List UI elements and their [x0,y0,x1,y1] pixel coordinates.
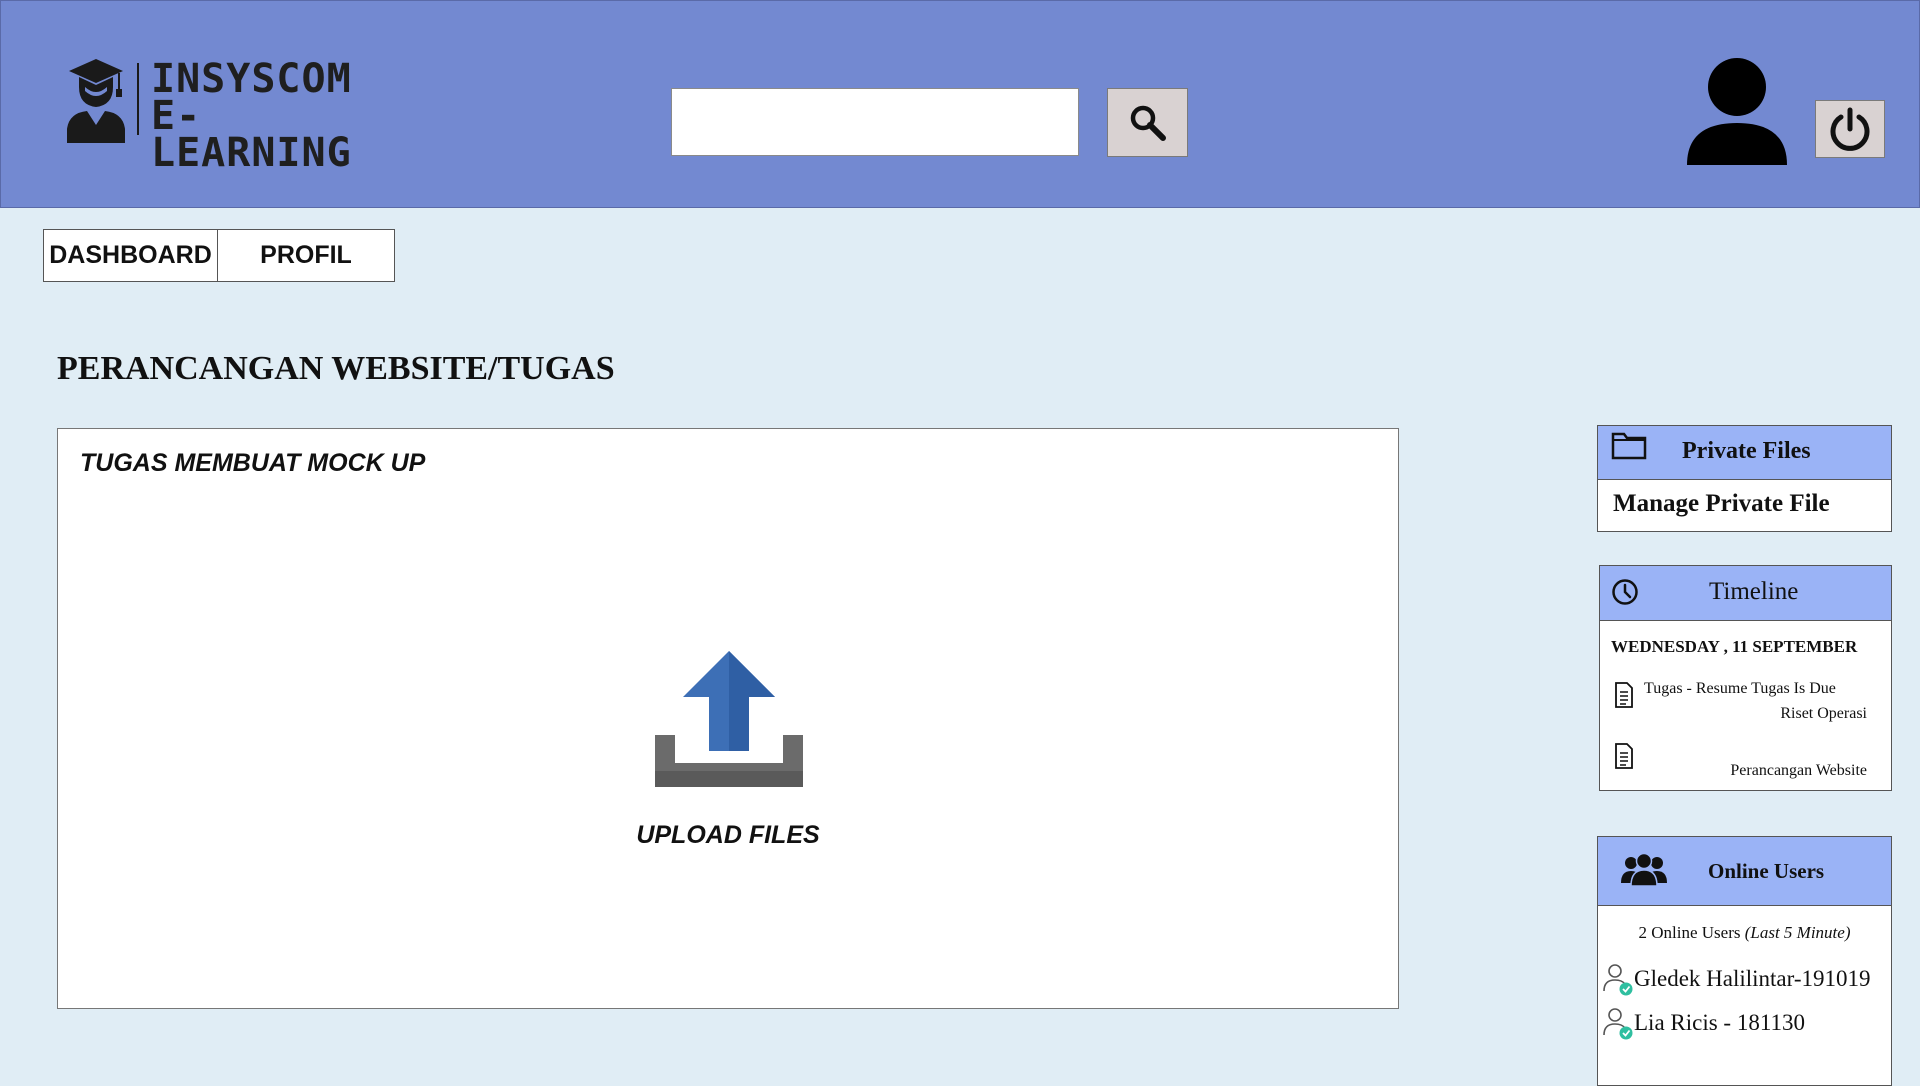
timeline-title: Timeline [1709,578,1799,605]
search-icon [1130,105,1166,141]
page-title: PERANCANGAN WEBSITE/TUGAS [57,350,615,387]
document-icon [1615,743,1633,769]
logo-line-2: E-LEARNING [151,93,352,176]
timeline-event-2-line2[interactable]: Perancangan Website [1730,762,1867,780]
timeline-date: WEDNESDAY , 11 SEPTEMBER [1611,637,1858,656]
document-icon [1615,682,1633,708]
private-files-title: Private Files [1682,438,1811,464]
main-nav: DASHBOARD PROFIL [43,229,395,282]
timeline-panel: Timeline WEDNESDAY , 11 SEPTEMBER Tugas … [1599,565,1892,791]
timeline-event-1-line2[interactable]: Riset Operasi [1780,705,1867,723]
user-avatar-icon[interactable] [1685,57,1789,165]
private-files-panel: Private Files Manage Private File [1597,425,1892,532]
online-users-count-note: (Last 5 Minute) [1744,923,1851,942]
online-user-name: Lia Ricis - 181130 [1634,1010,1805,1035]
online-user-row[interactable]: Gledek Halilintar-191019 [1602,959,1871,999]
online-user-icon [1603,964,1633,996]
search-button[interactable] [1107,88,1188,157]
graduate-logo-icon [67,59,125,143]
clock-icon [1612,579,1638,605]
online-users-count-text: 2 Online Users [1638,923,1741,942]
online-user-name: Gledek Halilintar-191019 [1634,966,1871,991]
search-input[interactable] [671,88,1079,156]
assignment-title: TUGAS MEMBUAT MOCK UP [80,449,426,477]
tab-dashboard[interactable]: DASHBOARD [43,229,218,282]
online-user-row[interactable]: Lia Ricis - 181130 [1602,1003,1805,1043]
tab-profil[interactable]: PROFIL [218,229,395,282]
private-files-header: Private Files [1598,426,1891,480]
logo-divider [137,63,139,135]
timeline-header: Timeline [1600,566,1891,621]
online-users-panel: Online Users 2 Online Users (Last 5 Minu… [1597,836,1892,1086]
online-users-count: 2 Online Users (Last 5 Minute) [1598,923,1891,943]
users-group-icon [1621,853,1667,887]
online-users-header: Online Users [1598,837,1891,906]
online-user-icon [1603,1008,1633,1040]
power-icon [1830,107,1870,151]
folder-icon [1611,432,1647,460]
online-users-title: Online Users [1708,859,1825,883]
upload-files-label[interactable]: UPLOAD FILES [58,821,1398,850]
manage-private-file-link[interactable]: Manage Private File [1613,490,1830,518]
timeline-event-1-line1[interactable]: Tugas - Resume Tugas Is Due [1644,680,1836,698]
app-logo[interactable]: INSYSCOM E-LEARNING [65,57,365,173]
assignment-card: TUGAS MEMBUAT MOCK UP UPLOAD FILES [57,428,1399,1009]
logout-button[interactable] [1815,100,1885,158]
top-header: INSYSCOM E-LEARNING [0,0,1920,208]
logo-text: INSYSCOM E-LEARNING [151,59,365,176]
upload-icon[interactable] [655,651,803,787]
